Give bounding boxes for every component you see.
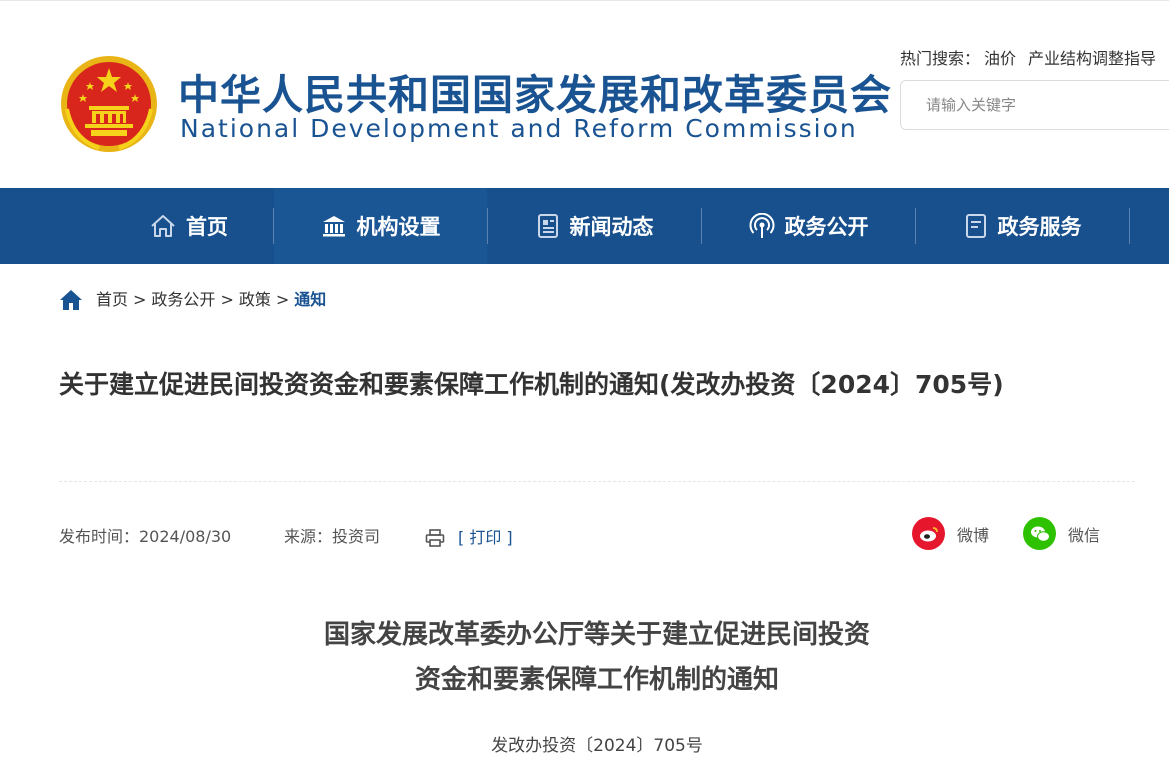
breadcrumb-current[interactable]: 通知 <box>294 289 326 311</box>
document-number: 发改办投资〔2024〕705号 <box>491 736 703 756</box>
nav-item-government-affairs[interactable]: 政务公开 <box>702 188 915 264</box>
service-icon <box>965 214 986 238</box>
main-nav: 首页 机构设置 新闻动态 政务公开 政务服务 <box>0 188 1169 264</box>
nav-item-label: 政务服务 <box>997 215 1082 239</box>
breadcrumb: 首页 > 政务公开 > 政策 > 通知 <box>59 289 326 311</box>
search-input[interactable]: 请输入关键字 <box>900 80 1169 130</box>
breadcrumb-home[interactable]: 首页 <box>96 289 128 311</box>
breadcrumb-government-affairs[interactable]: 政务公开 <box>151 289 215 311</box>
share-wechat-button[interactable]: 微信 <box>1023 517 1100 550</box>
nav-item-label: 政务公开 <box>784 215 869 239</box>
printer-icon <box>425 529 445 547</box>
document-title: 国家发展改革委办公厅等关于建立促进民间投资 资金和要素保障工作机制的通知 <box>0 613 1169 703</box>
share-weibo-label: 微博 <box>957 525 990 545</box>
hot-search-label: 热门搜索： <box>900 49 981 68</box>
nav-item-news[interactable]: 新闻动态 <box>488 188 701 264</box>
national-emblem-logo[interactable] <box>59 54 159 154</box>
nav-divider <box>1129 208 1130 244</box>
document-title-line: 国家发展改革委办公厅等关于建立促进民间投资 <box>323 620 870 650</box>
site-title-english[interactable]: National Development and Reform Commissi… <box>180 114 858 144</box>
nav-item-services[interactable]: 政务服务 <box>916 188 1129 264</box>
home-icon <box>151 215 175 237</box>
nav-item-home[interactable]: 首页 <box>105 188 273 264</box>
nav-item-label: 新闻动态 <box>569 215 654 239</box>
share-weibo-button[interactable]: 微博 <box>912 517 989 550</box>
weibo-icon <box>912 517 945 550</box>
hot-keyword-link[interactable]: 产业结构调整指导 <box>1028 49 1156 68</box>
wechat-icon <box>1023 517 1056 550</box>
breadcrumb-separator: > <box>220 290 234 309</box>
search-placeholder: 请输入关键字 <box>926 96 1017 114</box>
home-icon[interactable] <box>59 289 83 311</box>
news-icon <box>537 214 558 238</box>
nav-item-label: 机构设置 <box>356 215 441 239</box>
article-title: 关于建立促进民间投资资金和要素保障工作机制的通知(发改办投资〔2024〕705号… <box>59 370 1004 399</box>
hot-search: 热门搜索： 油价 产业结构调整指导 <box>900 48 1164 70</box>
broadcast-icon <box>749 213 774 238</box>
publish-date: 发布时间：2024/08/30 <box>59 527 232 546</box>
print-label: [ 打印 ] <box>458 528 513 547</box>
document-title-line: 资金和要素保障工作机制的通知 <box>414 665 779 695</box>
building-icon <box>322 216 345 237</box>
article-source: 来源：投资司 <box>284 527 381 546</box>
site-title-chinese[interactable]: 中华人民共和国国家发展和改革委员会 <box>178 70 892 120</box>
hot-keyword-link[interactable]: 油价 <box>984 49 1016 68</box>
top-border <box>0 0 1169 1</box>
breadcrumb-separator: > <box>133 290 147 309</box>
print-button[interactable]: [ 打印 ] <box>425 527 513 549</box>
nav-item-organization[interactable]: 机构设置 <box>274 188 487 264</box>
breadcrumb-policy[interactable]: 政策 <box>239 289 271 311</box>
nav-item-label: 首页 <box>186 215 228 239</box>
share-wechat-label: 微信 <box>1068 525 1101 545</box>
title-divider <box>59 481 1135 482</box>
breadcrumb-separator: > <box>275 290 290 309</box>
